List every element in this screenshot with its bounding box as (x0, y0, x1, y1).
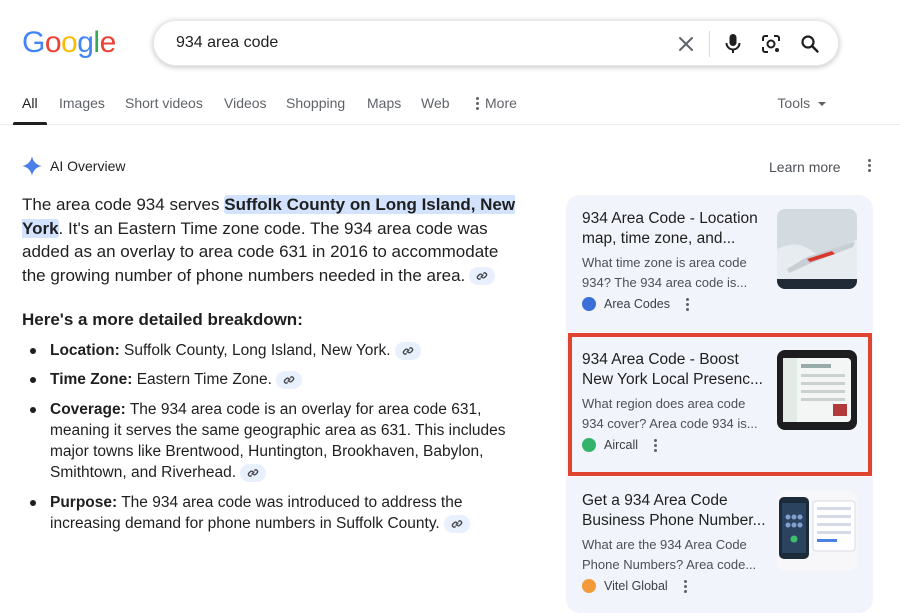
source-site[interactable]: Area Codes (582, 297, 690, 311)
tab-more[interactable]: More (476, 95, 517, 111)
tab-more-label: More (485, 95, 517, 111)
sparkle-icon (22, 156, 42, 176)
source-link-icon[interactable] (394, 341, 421, 360)
source-card-title[interactable]: 934 Area Code - Location map, time zone,… (582, 209, 767, 249)
source-link-icon[interactable] (443, 514, 470, 533)
source-site[interactable]: Vitel Global (582, 579, 687, 593)
source-card[interactable]: 934 Area Code - Location map, time zone,… (566, 195, 873, 335)
summary-text-start: The area code 934 serves (22, 195, 225, 214)
logo-letter: G (22, 26, 45, 59)
search-tabs: All Images Short videos Videos Shopping … (0, 88, 900, 125)
logo-letter: o (61, 26, 78, 59)
camera-lens-icon[interactable] (759, 32, 783, 56)
search-icon[interactable] (798, 32, 822, 56)
source-card-snippet: What time zone is area code 934? The 934… (582, 255, 748, 290)
source-card-title[interactable]: Get a 934 Area Code Business Phone Numbe… (582, 491, 767, 531)
tab-short-videos[interactable]: Short videos (125, 95, 203, 111)
list-item: Time Zone: Eastern Time Zone. (27, 369, 522, 390)
ai-overview-summary: The area code 934 serves Suffolk County … (22, 193, 522, 287)
phone-app-thumbnail[interactable] (777, 491, 857, 571)
highlight-box (568, 333, 872, 476)
source-link-icon[interactable] (469, 267, 496, 286)
microphone-icon[interactable] (721, 32, 745, 56)
more-options-icon[interactable] (868, 159, 871, 172)
ai-overview-title: AI Overview (50, 158, 126, 174)
tools-label: Tools (777, 95, 811, 111)
source-card[interactable]: Get a 934 Area Code Business Phone Numbe… (566, 477, 873, 613)
learn-more-link[interactable]: Learn more (769, 159, 841, 175)
tab-videos[interactable]: Videos (224, 95, 267, 111)
tab-images[interactable]: Images (59, 95, 105, 111)
bullet-label: Coverage: (50, 400, 126, 418)
logo-letter: o (44, 26, 62, 59)
more-options-icon[interactable] (683, 579, 687, 593)
tools-button[interactable]: Tools (777, 95, 826, 111)
ai-overview-header: AI Overview (22, 156, 125, 176)
list-item: Coverage: The 934 area code is an overla… (27, 399, 522, 484)
site-favicon (582, 297, 596, 311)
search-box[interactable]: 934 area code (153, 20, 839, 66)
bullet-label: Purpose: (50, 493, 118, 511)
breakdown-heading: Here's a more detailed breakdown: (22, 310, 303, 329)
logo-letter: e (99, 26, 117, 59)
source-link-icon[interactable] (275, 371, 302, 390)
logo-letter: g (77, 26, 94, 59)
summary-text-rest: . It's an Eastern Time zone code. The 93… (22, 218, 499, 285)
more-vert-icon (476, 96, 479, 110)
list-item: Purpose: The 934 area code was introduce… (27, 492, 522, 535)
site-name: Vitel Global (604, 579, 668, 593)
list-item: Location: Suffolk County, Long Island, N… (27, 340, 522, 361)
search-divider (709, 31, 710, 57)
active-tab-indicator (13, 122, 47, 125)
site-favicon (582, 579, 596, 593)
bullet-label: Time Zone: (50, 371, 133, 389)
tab-web[interactable]: Web (421, 95, 450, 111)
dropdown-arrow-icon (818, 102, 826, 107)
source-link-icon[interactable] (240, 464, 267, 483)
tab-shopping[interactable]: Shopping (286, 95, 345, 111)
more-options-icon[interactable] (686, 297, 690, 311)
source-card-snippet: What are the 934 Area Code Phone Numbers… (582, 537, 757, 572)
tab-maps[interactable]: Maps (367, 95, 401, 111)
map-thumbnail[interactable] (777, 209, 857, 289)
breakdown-list: Location: Suffolk County, Long Island, N… (27, 340, 522, 542)
bullet-label: Location: (50, 342, 120, 359)
site-name: Area Codes (604, 297, 671, 311)
bullet-text: Eastern Time Zone. (132, 371, 272, 389)
clear-icon[interactable] (674, 32, 698, 56)
google-logo[interactable]: Google (22, 28, 116, 58)
bullet-text: Suffolk County, Long Island, New York. (119, 342, 391, 359)
tab-all[interactable]: All (22, 95, 38, 111)
search-input[interactable]: 934 area code (176, 34, 278, 52)
